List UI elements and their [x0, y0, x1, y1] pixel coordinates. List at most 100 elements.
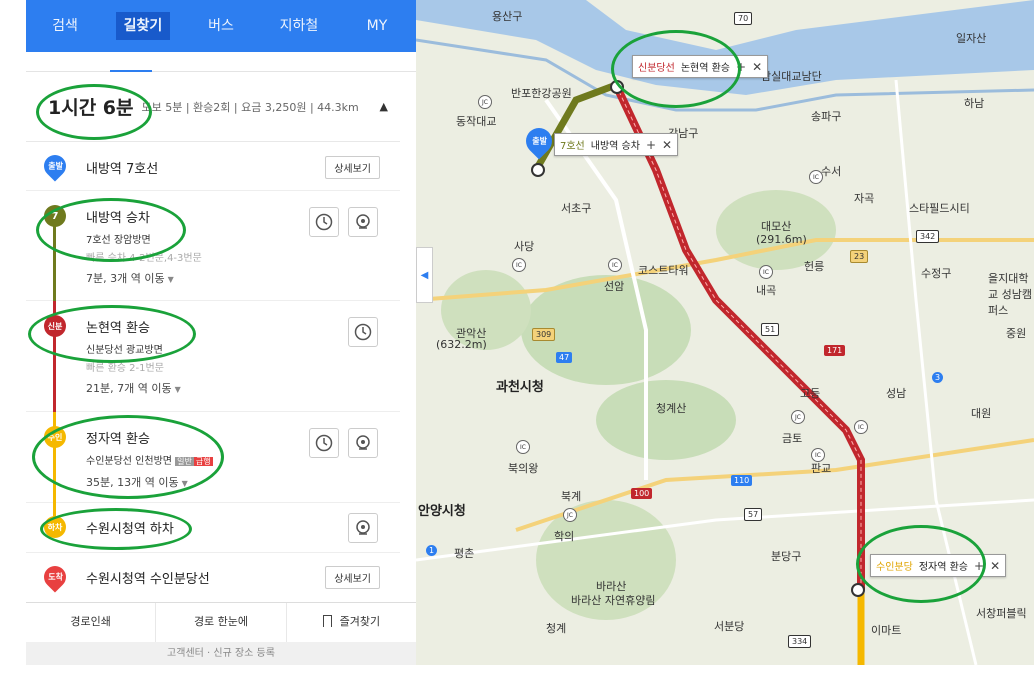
label-seocho: 서초구 — [561, 202, 592, 215]
interchange-icon: IC — [516, 440, 530, 454]
interchange-icon: JC — [791, 410, 805, 424]
clock-button[interactable] — [348, 317, 378, 347]
label-pyeongchon: 평촌 — [454, 547, 475, 560]
transfer1-ride-info[interactable]: 21분, 7개 역 이동 ▼ — [86, 380, 181, 396]
interchange-icon: IC — [512, 258, 526, 272]
label-songpa: 송파구 — [811, 110, 842, 123]
bookmark-button[interactable]: 즐겨찾기 — [287, 603, 416, 642]
route-shield-icon: 334 — [788, 635, 812, 648]
label-seongnam: 성남 — [886, 387, 907, 400]
end-detail-button[interactable]: 상세보기 — [325, 566, 380, 589]
label-daemo: 대모산 — [761, 220, 792, 233]
close-icon: ✕ — [990, 558, 1001, 573]
route-shield-icon: 51 — [761, 323, 780, 336]
label-gwacheon: 과천시청 — [496, 380, 544, 395]
start-title: 내방역 7호선 — [86, 162, 159, 177]
label-jungwon: 중원 — [1006, 327, 1027, 340]
label-cheonggyesan: 청계산 — [656, 402, 687, 415]
clock-button[interactable] — [309, 428, 339, 458]
print-button[interactable]: 경로인쇄 — [26, 603, 157, 642]
interchange-icon: IC — [854, 420, 868, 434]
footer-links[interactable]: 고객센터 · 신규 장소 등록 — [26, 642, 416, 665]
label-sadang: 사당 — [514, 240, 535, 253]
label-yongsan: 용산구 — [492, 10, 523, 23]
interchange-icon: IC — [811, 448, 825, 462]
route-shield-icon: 171 — [824, 345, 846, 356]
label-jamsil: 잠실대교남단 — [761, 70, 822, 83]
label-heollung: 헌릉 — [804, 260, 825, 273]
pin-icon — [356, 520, 370, 535]
step-start: 출발 내방역 7호선 상세보기 — [26, 142, 400, 191]
route-shield-icon: 3 — [932, 372, 944, 383]
label-bundang: 분당구 — [771, 550, 802, 563]
label-bara-forest: 바라산 자연휴양림 — [571, 594, 656, 607]
route-shield-icon: 1 — [426, 545, 438, 556]
label-naegok: 내곡 — [756, 284, 777, 297]
interchange-icon: JC — [478, 95, 492, 109]
label-seochang-public: 서창퍼블릭 — [976, 607, 1027, 620]
label-hanam: 하남 — [964, 97, 985, 110]
suinbundang-segment-end — [53, 503, 56, 517]
route-shield-icon: 57 — [744, 508, 763, 521]
label-seonam: 선암 — [604, 280, 625, 293]
footer-actions: 경로인쇄 경로 한눈에 즐겨찾기 — [26, 602, 416, 642]
start-detail-button[interactable]: 상세보기 — [325, 156, 380, 179]
annotation-ring — [36, 198, 186, 262]
annotation-ring — [36, 84, 152, 140]
route-shield-icon: 70 — [734, 12, 753, 25]
annotation-ring — [856, 525, 986, 603]
map-view[interactable]: 용산구 일자산 반포한강공원 잠실대교남단 송파구 동작대교 하남 강남구 수서… — [416, 0, 1034, 665]
tab-bus[interactable]: 버스 — [182, 0, 260, 52]
label-suseo: 수서 — [821, 165, 842, 178]
top-tabs: 검색 길찾기 버스 지하철 MY — [26, 0, 416, 52]
interchange-icon: IC — [759, 265, 773, 279]
route-shield-icon: 309 — [532, 328, 556, 341]
label-dongjak: 동작대교 — [456, 115, 497, 128]
label-daemo-height: (291.6m) — [756, 233, 807, 246]
close-icon: ✕ — [752, 59, 763, 74]
add-icon: + — [645, 137, 657, 152]
tab-directions[interactable]: 길찾기 — [104, 0, 182, 52]
label-geumto: 금토 — [782, 432, 803, 445]
exit-button[interactable] — [348, 428, 378, 458]
label-bukuiwang: 북의왕 — [508, 462, 539, 475]
label-ilja: 일자산 — [956, 32, 987, 45]
label-cheonggye: 청계 — [546, 622, 567, 635]
board-ride-info[interactable]: 7분, 3개 역 이동 ▼ — [86, 270, 174, 286]
label-sujeong: 수정구 — [921, 267, 952, 280]
step-end: 도착 수원시청역 수인분당선 상세보기 — [26, 553, 400, 603]
route-shield-icon: 110 — [731, 475, 753, 486]
label-starfield: 스타필드시티 — [909, 202, 970, 215]
route-shield-icon: 23 — [850, 250, 869, 263]
chevron-left-icon: ◀ — [420, 269, 429, 281]
tab-search[interactable]: 검색 — [26, 0, 104, 52]
label-eulji: 을지대학교 성남캠퍼스 — [988, 272, 1032, 317]
collapse-caret-icon[interactable]: ▲ — [380, 100, 388, 113]
route-shield-icon: 47 — [556, 352, 573, 363]
annotation-ring — [40, 508, 192, 550]
end-pin-icon: 도착 — [39, 561, 71, 593]
label-banpo: 반포한강공원 — [511, 87, 572, 100]
interchange-icon: JC — [563, 508, 577, 522]
close-icon: ✕ — [662, 137, 673, 152]
clock-icon — [315, 213, 333, 231]
label-coasttower: 코스트타워 — [638, 264, 689, 277]
overview-button[interactable]: 경로 한눈에 — [156, 603, 287, 642]
exit-button[interactable] — [348, 207, 378, 237]
panel-collapse-button[interactable]: ◀ — [416, 247, 433, 303]
clock-icon — [315, 434, 333, 452]
annotation-ring — [32, 415, 224, 499]
route-detail: 1시간 6분 도보 5분 | 환승2회 | 요금 3,250원 | 44.3km… — [26, 72, 416, 657]
annotation-ring — [611, 30, 741, 108]
callout-naebang[interactable]: 7호선 내방역 승차 + ✕ — [554, 133, 679, 156]
end-title: 수원시청역 수인분당선 — [86, 572, 210, 587]
label-emart: 이마트 — [871, 624, 902, 637]
tab-subway[interactable]: 지하철 — [260, 0, 338, 52]
interchange-icon: IC — [809, 170, 823, 184]
interchange-icon: IC — [608, 258, 622, 272]
exit-button[interactable] — [348, 513, 378, 543]
clock-icon — [354, 323, 372, 341]
label-anyang: 안양시청 — [418, 504, 466, 519]
clock-button[interactable] — [309, 207, 339, 237]
tab-my[interactable]: MY — [338, 0, 416, 52]
